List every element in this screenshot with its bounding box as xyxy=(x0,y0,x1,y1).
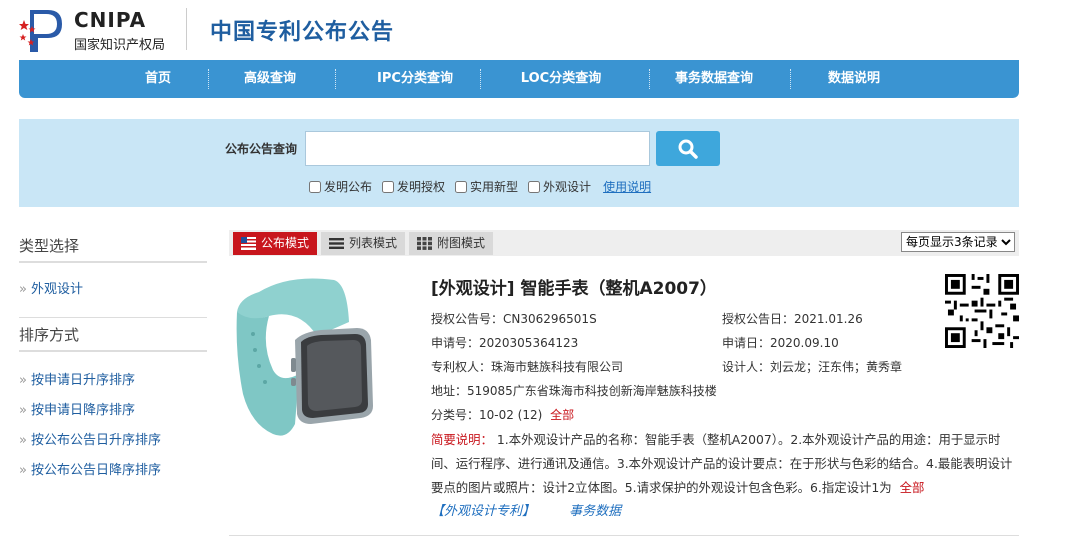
grant-pub-no: 授权公告号：CN306296501S xyxy=(431,312,597,326)
mode-label: 附图模式 xyxy=(437,236,486,250)
view-toolbar: 公布模式 列表模式 附图模式 每页显示3条记录 xyxy=(229,230,1019,256)
application-no: 申请号：2020305364123 xyxy=(431,336,579,350)
abstract-all-link[interactable]: 全部 xyxy=(900,480,925,495)
result-title[interactable]: [外观设计] 智能手表（整机A2007） xyxy=(431,274,717,299)
abstract-label: 简要说明： xyxy=(431,432,493,447)
nav-separator xyxy=(649,69,650,89)
logo-subtitle: 国家知识产权局 xyxy=(74,38,166,53)
list-icon xyxy=(329,238,344,249)
sidebar-item-label: 按申请日升序排序 xyxy=(30,373,135,388)
nav-item-loc-search[interactable]: LOC分类查询 xyxy=(497,60,625,98)
usage-help-link[interactable]: 使用说明 xyxy=(603,178,651,195)
search-input[interactable] xyxy=(305,131,650,166)
sidebar-item-label: 按公布公告日升序排序 xyxy=(30,433,161,448)
search-panel: 公布公告查询 发明公布 发明授权 实用新型 外观设计 使用说明 xyxy=(19,119,1019,207)
filter-checkbox[interactable] xyxy=(455,180,468,193)
filter-label: 外观设计 xyxy=(543,180,592,194)
search-button[interactable] xyxy=(656,131,720,166)
nav-item-home[interactable]: 首页 xyxy=(123,60,193,98)
sidebar-item-design[interactable]: » 外观设计 xyxy=(19,275,207,305)
main-nav: 首页 高级查询 IPC分类查询 LOC分类查询 事务数据查询 数据说明 xyxy=(19,60,1019,98)
mode-publication-button[interactable]: 公布模式 xyxy=(233,232,318,255)
logo-text: CNIPA xyxy=(74,8,147,32)
filter-checkbox[interactable] xyxy=(309,180,321,193)
sidebar-item-sort-app-asc[interactable]: » 按申请日升序排序 xyxy=(19,366,207,396)
sidebar-item-sort-pub-desc[interactable]: » 按公布公告日降序排序 xyxy=(19,456,207,486)
bullet-icon: » xyxy=(19,282,27,297)
result-item: [外观设计] 智能手表（整机A2007） 授权公告号：CN306296501S … xyxy=(229,268,1019,540)
design-patent-link[interactable]: 【外观设计专利】 xyxy=(431,504,535,519)
bullet-icon: » xyxy=(19,463,27,478)
classification-value: 分类号：10-02 (12) xyxy=(431,408,543,422)
cnipa-logo[interactable]: CNIPA 国家知识产权局 xyxy=(18,6,186,54)
sidebar-item-sort-pub-asc[interactable]: » 按公布公告日升序排序 xyxy=(19,426,207,456)
search-icon xyxy=(678,139,698,159)
nav-item-data-notes[interactable]: 数据说明 xyxy=(811,60,897,98)
sort-heading: 排序方式 xyxy=(19,318,207,352)
sidebar-item-label: 按公布公告日降序排序 xyxy=(30,463,161,478)
header: CNIPA 国家知识产权局 中国专利公布公告 xyxy=(0,0,1089,60)
flag-icon xyxy=(241,237,256,250)
filter-invention-grant[interactable]: 发明授权 xyxy=(382,178,445,195)
nav-item-advanced-search[interactable]: 高级查询 xyxy=(225,60,315,98)
header-divider xyxy=(186,8,187,50)
nav-separator xyxy=(790,69,791,89)
type-filters: 发明公布 发明授权 实用新型 外观设计 使用说明 xyxy=(309,178,651,195)
per-page-select[interactable]: 每页显示3条记录 xyxy=(901,232,1015,252)
patentee: 专利权人：珠海市魅族科技有限公司 xyxy=(431,360,624,374)
filter-checkbox[interactable] xyxy=(382,180,395,193)
grid-icon xyxy=(417,237,432,250)
sidebar: 类型选择 » 外观设计 排序方式 » 按申请日升序排序 » 按申请日降序排序 » 按公布… xyxy=(19,229,207,486)
nav-separator xyxy=(208,69,209,89)
filter-label: 发明授权 xyxy=(397,180,446,194)
sidebar-item-label: 按申请日降序排序 xyxy=(30,403,135,418)
nav-item-ipc-search[interactable]: IPC分类查询 xyxy=(353,60,477,98)
abstract-text: 1.本外观设计产品的名称：智能手表（整机A2007）。2.本外观设计产品的用途：… xyxy=(431,432,1013,495)
address: 地址：519085广东省珠海市科技创新海岸魅族科技楼 xyxy=(431,384,717,398)
type-heading: 类型选择 xyxy=(19,229,207,263)
abstract: 简要说明： 1.本外观设计产品的名称：智能手表（整机A2007）。2.本外观设计… xyxy=(431,428,1021,500)
classification: 分类号：10-02 (12) 全部 xyxy=(431,406,574,423)
sidebar-item-label: 外观设计 xyxy=(30,282,83,297)
bullet-icon: » xyxy=(19,373,27,388)
designer: 设计人：刘云龙；汪东伟；黄秀章 xyxy=(722,360,903,374)
bullet-icon: » xyxy=(19,433,27,448)
result-links: 【外观设计专利】 事务数据 xyxy=(431,500,651,519)
transaction-data-link[interactable]: 事务数据 xyxy=(569,504,621,519)
product-image[interactable] xyxy=(229,274,379,439)
filter-checkbox[interactable] xyxy=(528,180,541,193)
grant-pub-date: 授权公告日：2021.01.26 xyxy=(722,312,863,326)
filter-utility-model[interactable]: 实用新型 xyxy=(455,178,518,195)
search-label: 公布公告查询 xyxy=(225,142,298,156)
filter-label: 发明公布 xyxy=(324,180,373,194)
filter-design[interactable]: 外观设计 xyxy=(528,178,591,195)
classification-all-link[interactable]: 全部 xyxy=(550,408,574,422)
mode-label: 公布模式 xyxy=(261,236,310,250)
filter-label: 实用新型 xyxy=(470,180,519,194)
nav-separator xyxy=(335,69,336,89)
nav-separator xyxy=(480,69,481,89)
filter-invention-publication[interactable]: 发明公布 xyxy=(309,178,372,195)
application-date: 申请日：2020.09.10 xyxy=(722,336,839,350)
mode-label: 列表模式 xyxy=(349,236,398,250)
sidebar-item-sort-app-desc[interactable]: » 按申请日降序排序 xyxy=(19,396,207,426)
qr-code-icon xyxy=(945,274,1019,348)
site-title: 中国专利公布公告 xyxy=(210,20,395,45)
result-divider xyxy=(229,535,1019,536)
mode-figure-button[interactable]: 附图模式 xyxy=(409,232,494,255)
mode-list-button[interactable]: 列表模式 xyxy=(321,232,406,255)
bullet-icon: » xyxy=(19,403,27,418)
nav-item-transaction-search[interactable]: 事务数据查询 xyxy=(662,60,766,98)
logo-emblem-icon xyxy=(19,10,62,52)
